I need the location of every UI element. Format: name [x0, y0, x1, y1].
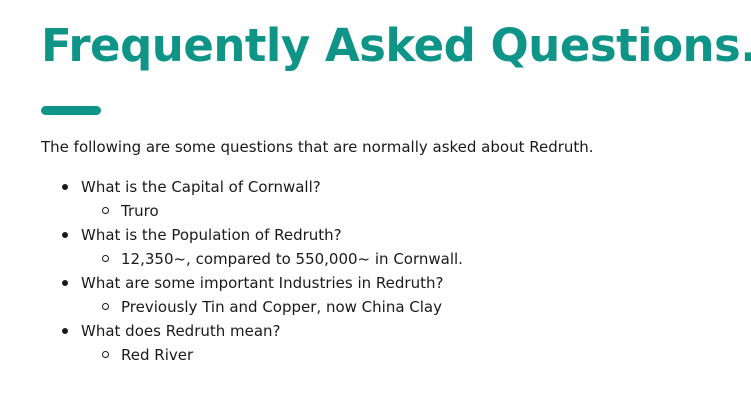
faq-answer: Previously Tin and Copper, now China Cla…: [41, 295, 463, 319]
page-title: Frequently Asked Questions.: [41, 19, 751, 72]
bullet-disc: [62, 232, 68, 238]
bullet-circle: [102, 255, 109, 262]
faq-item: What is the Capital of Cornwall? Truro: [41, 175, 463, 223]
bullet-disc: [62, 328, 68, 334]
bullet-disc: [62, 280, 68, 286]
faq-question: What does Redruth mean?: [81, 322, 281, 340]
bullet-circle: [102, 207, 109, 214]
faq-answer: Truro: [41, 199, 463, 223]
faq-item: What are some important Industries in Re…: [41, 271, 463, 319]
title-underline: [41, 106, 101, 115]
faq-answer-text: Truro: [121, 202, 159, 220]
faq-question: What is the Capital of Cornwall?: [81, 178, 321, 196]
faq-answer-text: 12,350~, compared to 550,000~ in Cornwal…: [121, 250, 463, 268]
bullet-circle: [102, 303, 109, 310]
faq-item: What does Redruth mean? Red River: [41, 319, 463, 367]
faq-list: What is the Capital of Cornwall? Truro W…: [41, 175, 463, 367]
intro-text: The following are some questions that ar…: [41, 138, 594, 156]
faq-answer-text: Previously Tin and Copper, now China Cla…: [121, 298, 443, 316]
bullet-disc: [62, 184, 68, 190]
faq-answer: Red River: [41, 343, 463, 367]
bullet-circle: [102, 351, 109, 358]
faq-question: What are some important Industries in Re…: [81, 274, 444, 292]
faq-answer-text: Red River: [121, 346, 194, 364]
faq-item: What is the Population of Redruth? 12,35…: [41, 223, 463, 271]
faq-answer: 12,350~, compared to 550,000~ in Cornwal…: [41, 247, 463, 271]
faq-question: What is the Population of Redruth?: [81, 226, 342, 244]
